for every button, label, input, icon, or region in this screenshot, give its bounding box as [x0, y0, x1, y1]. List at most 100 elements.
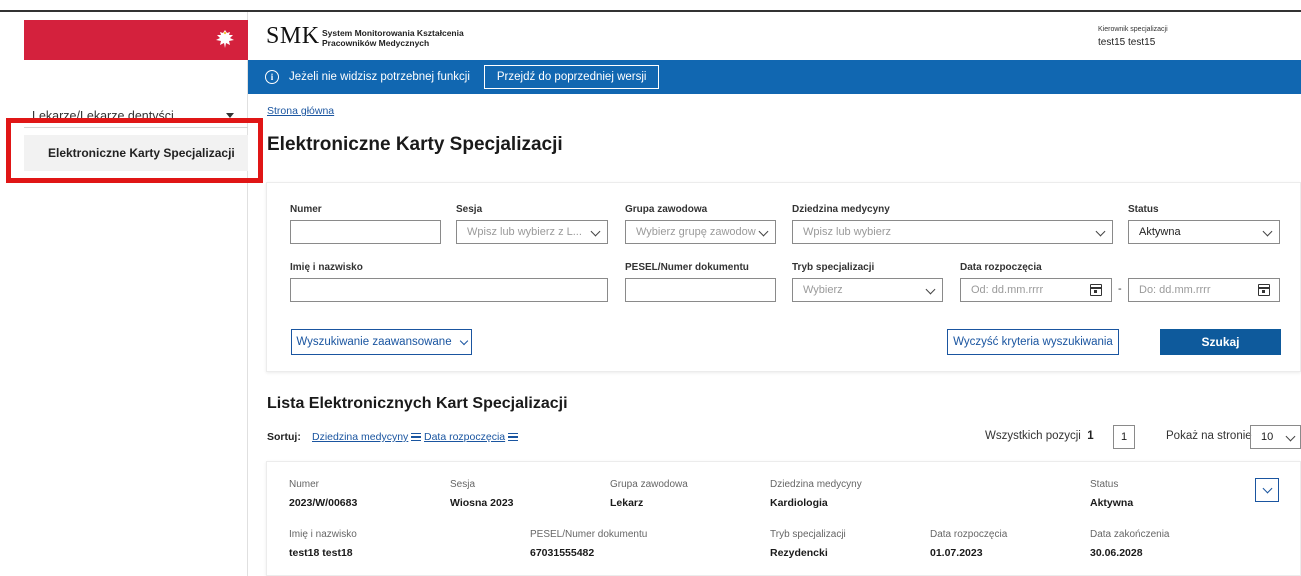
numer-input[interactable]	[290, 220, 441, 244]
status-label: Status	[1128, 204, 1159, 215]
list-title: Lista Elektronicznych Kart Specjalizacji	[267, 395, 568, 412]
card-data-rozp-label: Data rozpoczęcia	[930, 529, 1008, 540]
date-to-placeholder: Do: dd.mm.rrrr	[1139, 284, 1211, 296]
card-data-rozp-value: 01.07.2023	[930, 547, 983, 559]
subtitle-line-2: Pracowników Medycznych	[322, 38, 430, 48]
tryb-placeholder: Wybierz	[803, 284, 843, 296]
gov-logo-banner	[24, 20, 248, 60]
per-page-select[interactable]: 10	[1250, 425, 1301, 449]
top-border	[0, 0, 1301, 12]
numer-label: Numer	[290, 204, 322, 215]
grupa-label: Grupa zawodowa	[625, 204, 708, 215]
card-dziedzina-value: Kardiologia	[770, 497, 828, 509]
sidebar-group-lekarze[interactable]: Lekarze/Lekarze dentyści	[24, 104, 248, 128]
search-button[interactable]: Szukaj	[1160, 329, 1281, 355]
sidebar-group-label: Lekarze/Lekarze dentyści	[32, 108, 174, 123]
pesel-label: PESEL/Numer dokumentu	[625, 262, 749, 273]
info-icon: i	[265, 70, 279, 84]
card-numer-value: 2023/W/00683	[289, 497, 358, 509]
card-sesja-label: Sesja	[450, 479, 476, 490]
card-grupa-value: Lekarz	[610, 497, 644, 509]
chevron-down-icon	[1285, 431, 1296, 442]
chevron-down-icon	[1262, 483, 1273, 494]
expand-button[interactable]	[1255, 478, 1279, 502]
date-to-input[interactable]: Do: dd.mm.rrrr	[1128, 278, 1280, 302]
advanced-search-label: Wyszukiwanie zaawansowane	[296, 336, 452, 348]
record-card[interactable]: Numer 2023/W/00683 Sesja Wiosna 2023 Gru…	[266, 461, 1301, 576]
card-numer-label: Numer	[289, 479, 320, 490]
calendar-icon[interactable]	[1258, 284, 1270, 296]
app-header: SMK System Monitorowania Kształcenia Pra…	[248, 12, 1301, 60]
total-count: 1	[1087, 430, 1094, 442]
user-role: Kierownik specjalizacji	[1098, 26, 1168, 33]
chevron-down-icon	[590, 226, 601, 237]
dziedzina-select[interactable]: Wpisz lub wybierz	[792, 220, 1113, 244]
grupa-placeholder: Wybierz grupę zawodow	[636, 226, 756, 238]
eagle-emblem-icon	[216, 30, 234, 48]
sort-dziedzina-link[interactable]: Dziedzina medycyny	[312, 431, 422, 443]
search-panel: Numer Sesja Wpisz lub wybierz z L... Gru…	[266, 182, 1301, 372]
sesja-select[interactable]: Wpisz lub wybierz z L...	[456, 220, 608, 244]
per-page-label: Pokaż na stronie	[1166, 430, 1252, 442]
sort-dziedzina-label: Dziedzina medycyny	[312, 431, 409, 443]
chevron-down-icon	[1262, 226, 1273, 237]
sort-label: Sortuj:	[267, 431, 301, 443]
card-sesja-value: Wiosna 2023	[450, 497, 514, 509]
advanced-search-button[interactable]: Wyszukiwanie zaawansowane	[291, 329, 472, 355]
total-label: Wszystkich pozycji	[985, 430, 1081, 442]
card-imie-value: test18 test18	[289, 547, 353, 559]
sort-menu-icon	[508, 433, 519, 442]
calendar-icon[interactable]	[1090, 284, 1102, 296]
date-range-separator: -	[1118, 283, 1122, 295]
data-rozp-label: Data rozpoczęcia	[960, 262, 1042, 273]
page-number-box[interactable]: 1	[1113, 425, 1135, 449]
card-grupa-label: Grupa zawodowa	[610, 479, 688, 490]
date-from-input[interactable]: Od: dd.mm.rrrr	[960, 278, 1112, 302]
page-title: Elektroniczne Karty Specjalizacji	[267, 134, 563, 155]
smk-logo[interactable]: SMK	[266, 23, 320, 50]
grupa-select[interactable]: Wybierz grupę zawodow	[625, 220, 776, 244]
smk-logo-subtitle: System Monitorowania Kształcenia Pracown…	[322, 28, 464, 48]
dziedzina-placeholder: Wpisz lub wybierz	[803, 226, 892, 238]
sesja-label: Sesja	[456, 204, 483, 215]
card-status-value: Aktywna	[1090, 497, 1134, 509]
imie-label: Imię i nazwisko	[290, 262, 363, 273]
caret-down-icon	[226, 113, 234, 118]
info-text: Jeżeli nie widzisz potrzebnej funkcji	[289, 71, 470, 83]
card-pesel-label: PESEL/Numer dokumentu	[530, 529, 648, 540]
sidebar-item-ekspec[interactable]: Elektroniczne Karty Specjalizacji	[24, 135, 248, 171]
chevron-down-icon	[459, 336, 468, 345]
clear-criteria-button[interactable]: Wyczyść kryteria wyszukiwania	[947, 329, 1119, 355]
breadcrumb-home[interactable]: Strona główna	[267, 105, 334, 117]
card-pesel-value: 67031555482	[530, 547, 595, 559]
sort-data-link[interactable]: Data rozpoczęcia	[424, 431, 519, 443]
chevron-down-icon	[1095, 226, 1106, 237]
card-data-zak-label: Data zakończenia	[1090, 529, 1170, 540]
per-page-value: 10	[1261, 431, 1274, 443]
card-dziedzina-label: Dziedzina medycyny	[770, 479, 862, 490]
tryb-label: Tryb specjalizacji	[792, 262, 875, 273]
sesja-placeholder: Wpisz lub wybierz z L...	[467, 226, 582, 238]
sort-menu-icon	[411, 433, 422, 442]
previous-version-button[interactable]: Przejdź do poprzedniej wersji	[483, 65, 660, 89]
sidebar: Lekarze/Lekarze dentyści Elektroniczne K…	[0, 12, 248, 576]
card-imie-label: Imię i nazwisko	[289, 529, 357, 540]
info-bar: i Jeżeli nie widzisz potrzebnej funkcji …	[248, 60, 1301, 94]
sidebar-item-label: Elektroniczne Karty Specjalizacji	[48, 146, 235, 160]
imie-input[interactable]	[290, 278, 608, 302]
card-status-label: Status	[1090, 479, 1119, 490]
chevron-down-icon	[758, 226, 769, 237]
status-select[interactable]: Aktywna	[1128, 220, 1280, 244]
pesel-input[interactable]	[625, 278, 776, 302]
card-tryb-value: Rezydencki	[770, 547, 828, 559]
subtitle-line-1: System Monitorowania Kształcenia	[322, 28, 464, 38]
date-from-placeholder: Od: dd.mm.rrrr	[971, 284, 1044, 296]
card-tryb-label: Tryb specjalizacji	[770, 529, 846, 540]
tryb-select[interactable]: Wybierz	[792, 278, 943, 302]
dziedzina-label: Dziedzina medycyny	[792, 204, 890, 215]
card-data-zak-value: 30.06.2028	[1090, 547, 1143, 559]
total-positions: Wszystkich pozycji 1	[985, 430, 1094, 442]
user-name[interactable]: test15 test15	[1098, 37, 1155, 48]
status-value: Aktywna	[1139, 226, 1181, 238]
sort-data-label: Data rozpoczęcia	[424, 431, 506, 443]
